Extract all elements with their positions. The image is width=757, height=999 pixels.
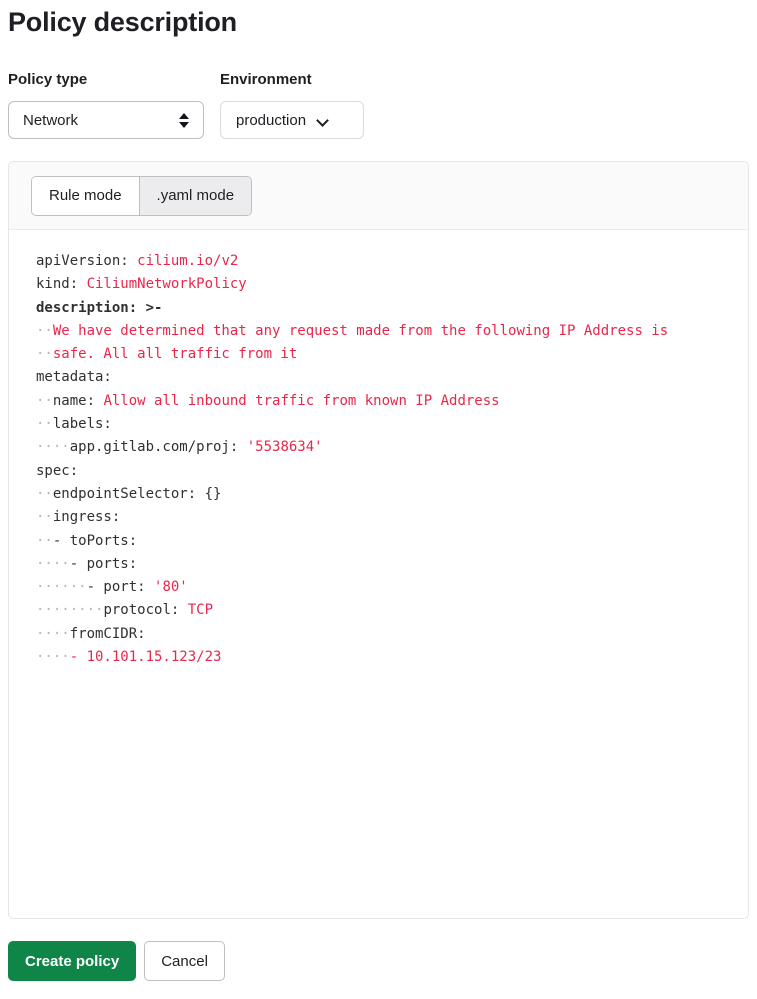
yaml-line: ··We have determined that any request ma…	[36, 320, 748, 343]
yaml-line: ··safe. All all traffic from it	[36, 343, 748, 366]
stepper-updown-icon	[179, 112, 189, 128]
yaml-line: ····- 10.101.15.123/23	[36, 646, 748, 669]
yaml-key: spec:	[36, 462, 79, 479]
yaml-key: kind:	[36, 276, 87, 293]
create-policy-button[interactable]: Create policy	[8, 941, 137, 981]
environment-dropdown[interactable]: production	[220, 101, 364, 139]
policy-type-select[interactable]: Network	[8, 101, 204, 139]
indent-dots: ····	[36, 649, 70, 666]
chevron-down-icon	[318, 115, 329, 126]
environment-label: Environment	[220, 71, 312, 88]
indent-dots: ····	[36, 625, 70, 642]
yaml-value: safe. All all traffic from it	[52, 346, 298, 363]
yaml-line: ····fromCIDR:	[36, 623, 748, 646]
indent-dots: ······	[36, 579, 87, 596]
yaml-value: We have determined that any request made…	[52, 322, 669, 339]
yaml-line: ··name: Allow all inbound traffic from k…	[36, 390, 748, 413]
environment-value: production	[236, 111, 307, 129]
editor-tab-yaml-mode[interactable]: .yaml mode	[138, 176, 252, 215]
editor-mode-tabs: Rule mode .yaml mode	[31, 175, 253, 216]
indent-dots: ··	[36, 322, 53, 339]
yaml-key: app.gitlab.com/proj:	[69, 439, 247, 456]
yaml-key: labels:	[52, 416, 112, 433]
yaml-key: endpointSelector: {}	[52, 485, 222, 502]
editor-tab-rule-mode[interactable]: Rule mode	[32, 176, 139, 215]
indent-dots: ····	[36, 555, 70, 572]
yaml-line: ··endpointSelector: {}	[36, 483, 748, 506]
yaml-key: ingress:	[52, 509, 121, 526]
yaml-value: TCP	[187, 602, 214, 619]
policy-type-value: Network	[23, 111, 79, 129]
yaml-key: name:	[52, 392, 104, 409]
policy-editor-panel: Rule mode .yaml mode apiVersion: cilium.i…	[8, 161, 749, 919]
indent-dots: ··	[36, 509, 53, 526]
yaml-line: ··- toPorts:	[36, 530, 748, 553]
policy-type-field: Policy type Network	[8, 70, 204, 139]
yaml-key: apiVersion:	[36, 253, 138, 269]
yaml-value: CiliumNetworkPolicy	[86, 276, 247, 293]
yaml-line: description: >-	[36, 297, 748, 320]
yaml-key: fromCIDR:	[69, 625, 146, 642]
policy-form-row: Policy type Network Environment producti…	[8, 70, 749, 139]
yaml-value: - 10.101.15.123/23	[69, 649, 222, 666]
policy-type-label: Policy type	[8, 71, 88, 88]
yaml-value: '5538634'	[246, 439, 323, 456]
yaml-line: ······- port: '80'	[36, 576, 748, 599]
yaml-value: Allow all inbound traffic from known IP …	[103, 392, 500, 409]
yaml-value: '80'	[154, 579, 188, 596]
page-title: Policy description	[8, 7, 237, 37]
yaml-line: metadata:	[36, 366, 748, 389]
yaml-line: ····- ports:	[36, 553, 748, 576]
indent-dots: ····	[36, 439, 70, 456]
yaml-line: ········protocol: TCP	[36, 599, 748, 622]
indent-dots: ··	[36, 532, 53, 549]
indent-dots: ··	[36, 485, 53, 502]
indent-dots: ··	[36, 416, 53, 433]
yaml-line: spec:	[36, 460, 748, 483]
environment-field: Environment production	[220, 70, 364, 139]
indent-dots: ··	[36, 392, 53, 409]
yaml-key: - ports:	[69, 555, 138, 572]
yaml-line: apiVersion: cilium.io/v2	[36, 250, 748, 273]
yaml-line: ··labels:	[36, 413, 748, 436]
yaml-key: description: >-	[36, 299, 163, 316]
yaml-line: kind: CiliumNetworkPolicy	[36, 273, 748, 296]
policy-description-page: Policy description Policy type Network E…	[0, 0, 757, 981]
cancel-button[interactable]: Cancel	[144, 941, 225, 981]
yaml-key: metadata:	[36, 369, 112, 386]
yaml-value: cilium.io/v2	[137, 253, 239, 269]
yaml-key: - port:	[86, 579, 155, 596]
form-actions: Create policy Cancel	[8, 941, 749, 981]
editor-toolbar: Rule mode .yaml mode	[9, 162, 748, 230]
indent-dots: ··	[36, 346, 53, 363]
indent-dots: ········	[36, 602, 104, 619]
yaml-key: protocol:	[103, 602, 188, 619]
yaml-key: - toPorts:	[52, 532, 138, 549]
yaml-line: ··ingress:	[36, 506, 748, 529]
yaml-line: ····app.gitlab.com/proj: '5538634'	[36, 436, 748, 459]
yaml-editor[interactable]: apiVersion: cilium.io/v2 kind: CiliumNetw…	[9, 230, 748, 918]
